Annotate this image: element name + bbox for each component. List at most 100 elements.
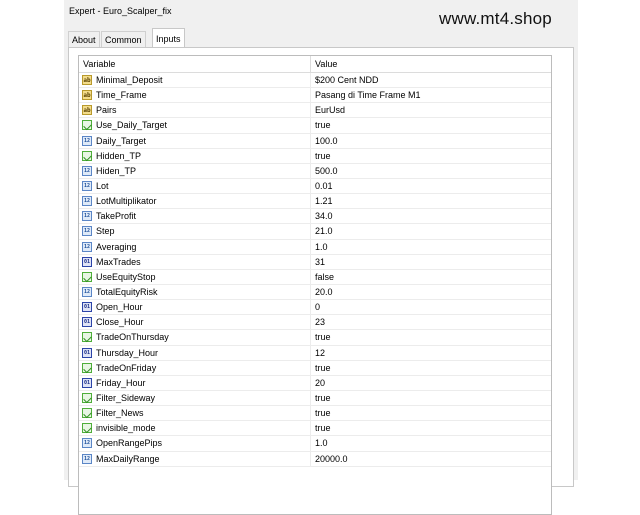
table-row[interactable]: ab Minimal_Deposit $200 Cent NDD — [79, 73, 551, 89]
variable-value[interactable]: 12 — [315, 346, 325, 361]
value-cell[interactable]: 100.0 — [311, 134, 551, 148]
table-row[interactable]: TradeOnThursday true — [79, 330, 551, 346]
table-row[interactable]: 12 Averaging 1.0 — [79, 239, 551, 255]
column-header-variable[interactable]: Variable — [79, 56, 311, 72]
variable-value[interactable]: 1.21 — [315, 194, 333, 209]
variable-value[interactable]: EurUsd — [315, 103, 345, 118]
variable-cell[interactable]: 12 TotalEquityRisk — [79, 284, 311, 300]
table-row[interactable]: UseEquityStop false — [79, 269, 551, 285]
variable-value[interactable]: 20 — [315, 376, 325, 391]
value-cell[interactable]: 1.21 — [311, 194, 551, 208]
value-cell[interactable]: true — [311, 330, 551, 344]
variable-value[interactable]: true — [315, 406, 331, 421]
value-cell[interactable]: true — [311, 391, 551, 405]
variable-value[interactable]: true — [315, 361, 331, 376]
table-row[interactable]: Hidden_TP true — [79, 148, 551, 164]
tab-common[interactable]: Common — [101, 31, 146, 47]
variable-value[interactable]: false — [315, 270, 334, 285]
table-row[interactable]: 12 Daily_Target 100.0 — [79, 133, 551, 149]
variable-value[interactable]: true — [315, 391, 331, 406]
variable-value[interactable]: 21.0 — [315, 224, 333, 239]
table-row[interactable]: 01 Close_Hour 23 — [79, 315, 551, 331]
value-cell[interactable]: 500.0 — [311, 164, 551, 178]
value-cell[interactable]: true — [311, 149, 551, 163]
variable-value[interactable]: 1.0 — [315, 436, 328, 451]
value-cell[interactable]: Pasang di Time Frame M1 — [311, 88, 551, 102]
value-cell[interactable]: 34.0 — [311, 209, 551, 223]
variable-value[interactable]: 20.0 — [315, 285, 333, 300]
table-row[interactable]: Filter_Sideway true — [79, 390, 551, 407]
variable-value[interactable]: true — [315, 330, 331, 345]
variable-cell[interactable]: 01 Friday_Hour — [79, 375, 311, 390]
table-row[interactable]: 12 LotMultiplikator 1.21 — [79, 194, 551, 210]
value-cell[interactable]: true — [311, 118, 551, 132]
value-cell[interactable]: 1.0 — [311, 436, 551, 450]
table-row[interactable]: ab Time_Frame Pasang di Time Frame M1 — [79, 88, 551, 104]
table-row[interactable]: 01 Thursday_Hour 12 — [79, 345, 551, 361]
value-cell[interactable]: 20000.0 — [311, 452, 551, 466]
value-cell[interactable]: 23 — [311, 315, 551, 329]
variable-value[interactable]: 1.0 — [315, 240, 328, 255]
table-row[interactable]: TradeOnFriday true — [79, 360, 551, 376]
table-row[interactable]: Use_Daily_Target true — [79, 118, 551, 134]
variable-cell[interactable]: Filter_Sideway — [79, 390, 311, 406]
tab-inputs[interactable]: Inputs — [152, 28, 185, 48]
variable-value[interactable]: true — [315, 149, 331, 164]
variable-cell[interactable]: invisible_mode — [79, 421, 311, 436]
variable-cell[interactable]: ab Pairs — [79, 103, 311, 118]
variable-cell[interactable]: 12 MaxDailyRange — [79, 451, 311, 466]
variable-cell[interactable]: 12 Lot — [79, 178, 311, 194]
variable-cell[interactable]: 01 Thursday_Hour — [79, 345, 311, 360]
variable-value[interactable]: Pasang di Time Frame M1 — [315, 88, 421, 103]
value-cell[interactable]: 0.01 — [311, 179, 551, 193]
value-cell[interactable]: false — [311, 270, 551, 284]
tab-about[interactable]: About — [68, 31, 100, 47]
variable-cell[interactable]: ab Minimal_Deposit — [79, 73, 311, 88]
table-row[interactable]: 12 MaxDailyRange 20000.0 — [79, 451, 551, 467]
variable-cell[interactable]: Hidden_TP — [79, 148, 311, 163]
variable-cell[interactable]: TradeOnThursday — [79, 330, 311, 345]
variable-cell[interactable]: 01 Close_Hour — [79, 315, 311, 330]
variable-value[interactable]: 100.0 — [315, 134, 338, 149]
value-cell[interactable]: true — [311, 406, 551, 420]
variable-cell[interactable]: 12 Daily_Target — [79, 133, 311, 148]
variable-cell[interactable]: 01 Open_Hour — [79, 300, 311, 315]
value-cell[interactable]: 21.0 — [311, 224, 551, 238]
value-cell[interactable]: 31 — [311, 255, 551, 269]
variable-value[interactable]: 31 — [315, 255, 325, 270]
table-row[interactable]: 12 OpenRangePips 1.0 — [79, 436, 551, 452]
table-row[interactable]: 01 Open_Hour 0 — [79, 300, 551, 316]
variable-cell[interactable]: 12 LotMultiplikator — [79, 194, 311, 209]
value-cell[interactable]: true — [311, 361, 551, 375]
variable-cell[interactable]: Filter_News — [79, 406, 311, 421]
variable-cell[interactable]: UseEquityStop — [79, 269, 311, 284]
value-cell[interactable]: 20 — [311, 376, 551, 390]
table-row[interactable]: 12 TakeProfit 34.0 — [79, 209, 551, 225]
value-cell[interactable]: true — [311, 421, 551, 435]
value-cell[interactable]: 1.0 — [311, 240, 551, 254]
variable-cell[interactable]: 01 MaxTrades — [79, 254, 311, 269]
value-cell[interactable]: 20.0 — [311, 285, 551, 299]
table-row[interactable]: 12 Step 21.0 — [79, 224, 551, 240]
variable-cell[interactable]: TradeOnFriday — [79, 360, 311, 375]
variable-cell[interactable]: 12 OpenRangePips — [79, 436, 311, 451]
variable-cell[interactable]: 12 Averaging — [79, 239, 311, 254]
table-row[interactable]: 01 Friday_Hour 20 — [79, 375, 551, 391]
variable-value[interactable]: 20000.0 — [315, 452, 348, 467]
variable-cell[interactable]: Use_Daily_Target — [79, 118, 311, 133]
table-row[interactable]: 12 TotalEquityRisk 20.0 — [79, 284, 551, 301]
table-row[interactable]: invisible_mode true — [79, 421, 551, 437]
value-cell[interactable]: 0 — [311, 300, 551, 314]
value-cell[interactable]: 12 — [311, 346, 551, 360]
value-cell[interactable]: $200 Cent NDD — [311, 73, 551, 87]
variable-value[interactable]: 500.0 — [315, 164, 338, 179]
value-cell[interactable]: EurUsd — [311, 103, 551, 117]
table-row[interactable]: Filter_News true — [79, 406, 551, 422]
variable-cell[interactable]: ab Time_Frame — [79, 88, 311, 103]
variable-cell[interactable]: 12 Hiden_TP — [79, 163, 311, 178]
column-header-value[interactable]: Value — [311, 56, 551, 72]
variable-value[interactable]: 0 — [315, 300, 320, 315]
variable-value[interactable]: true — [315, 118, 331, 133]
variable-cell[interactable]: 12 Step — [79, 224, 311, 239]
variable-value[interactable]: 0.01 — [315, 179, 333, 194]
